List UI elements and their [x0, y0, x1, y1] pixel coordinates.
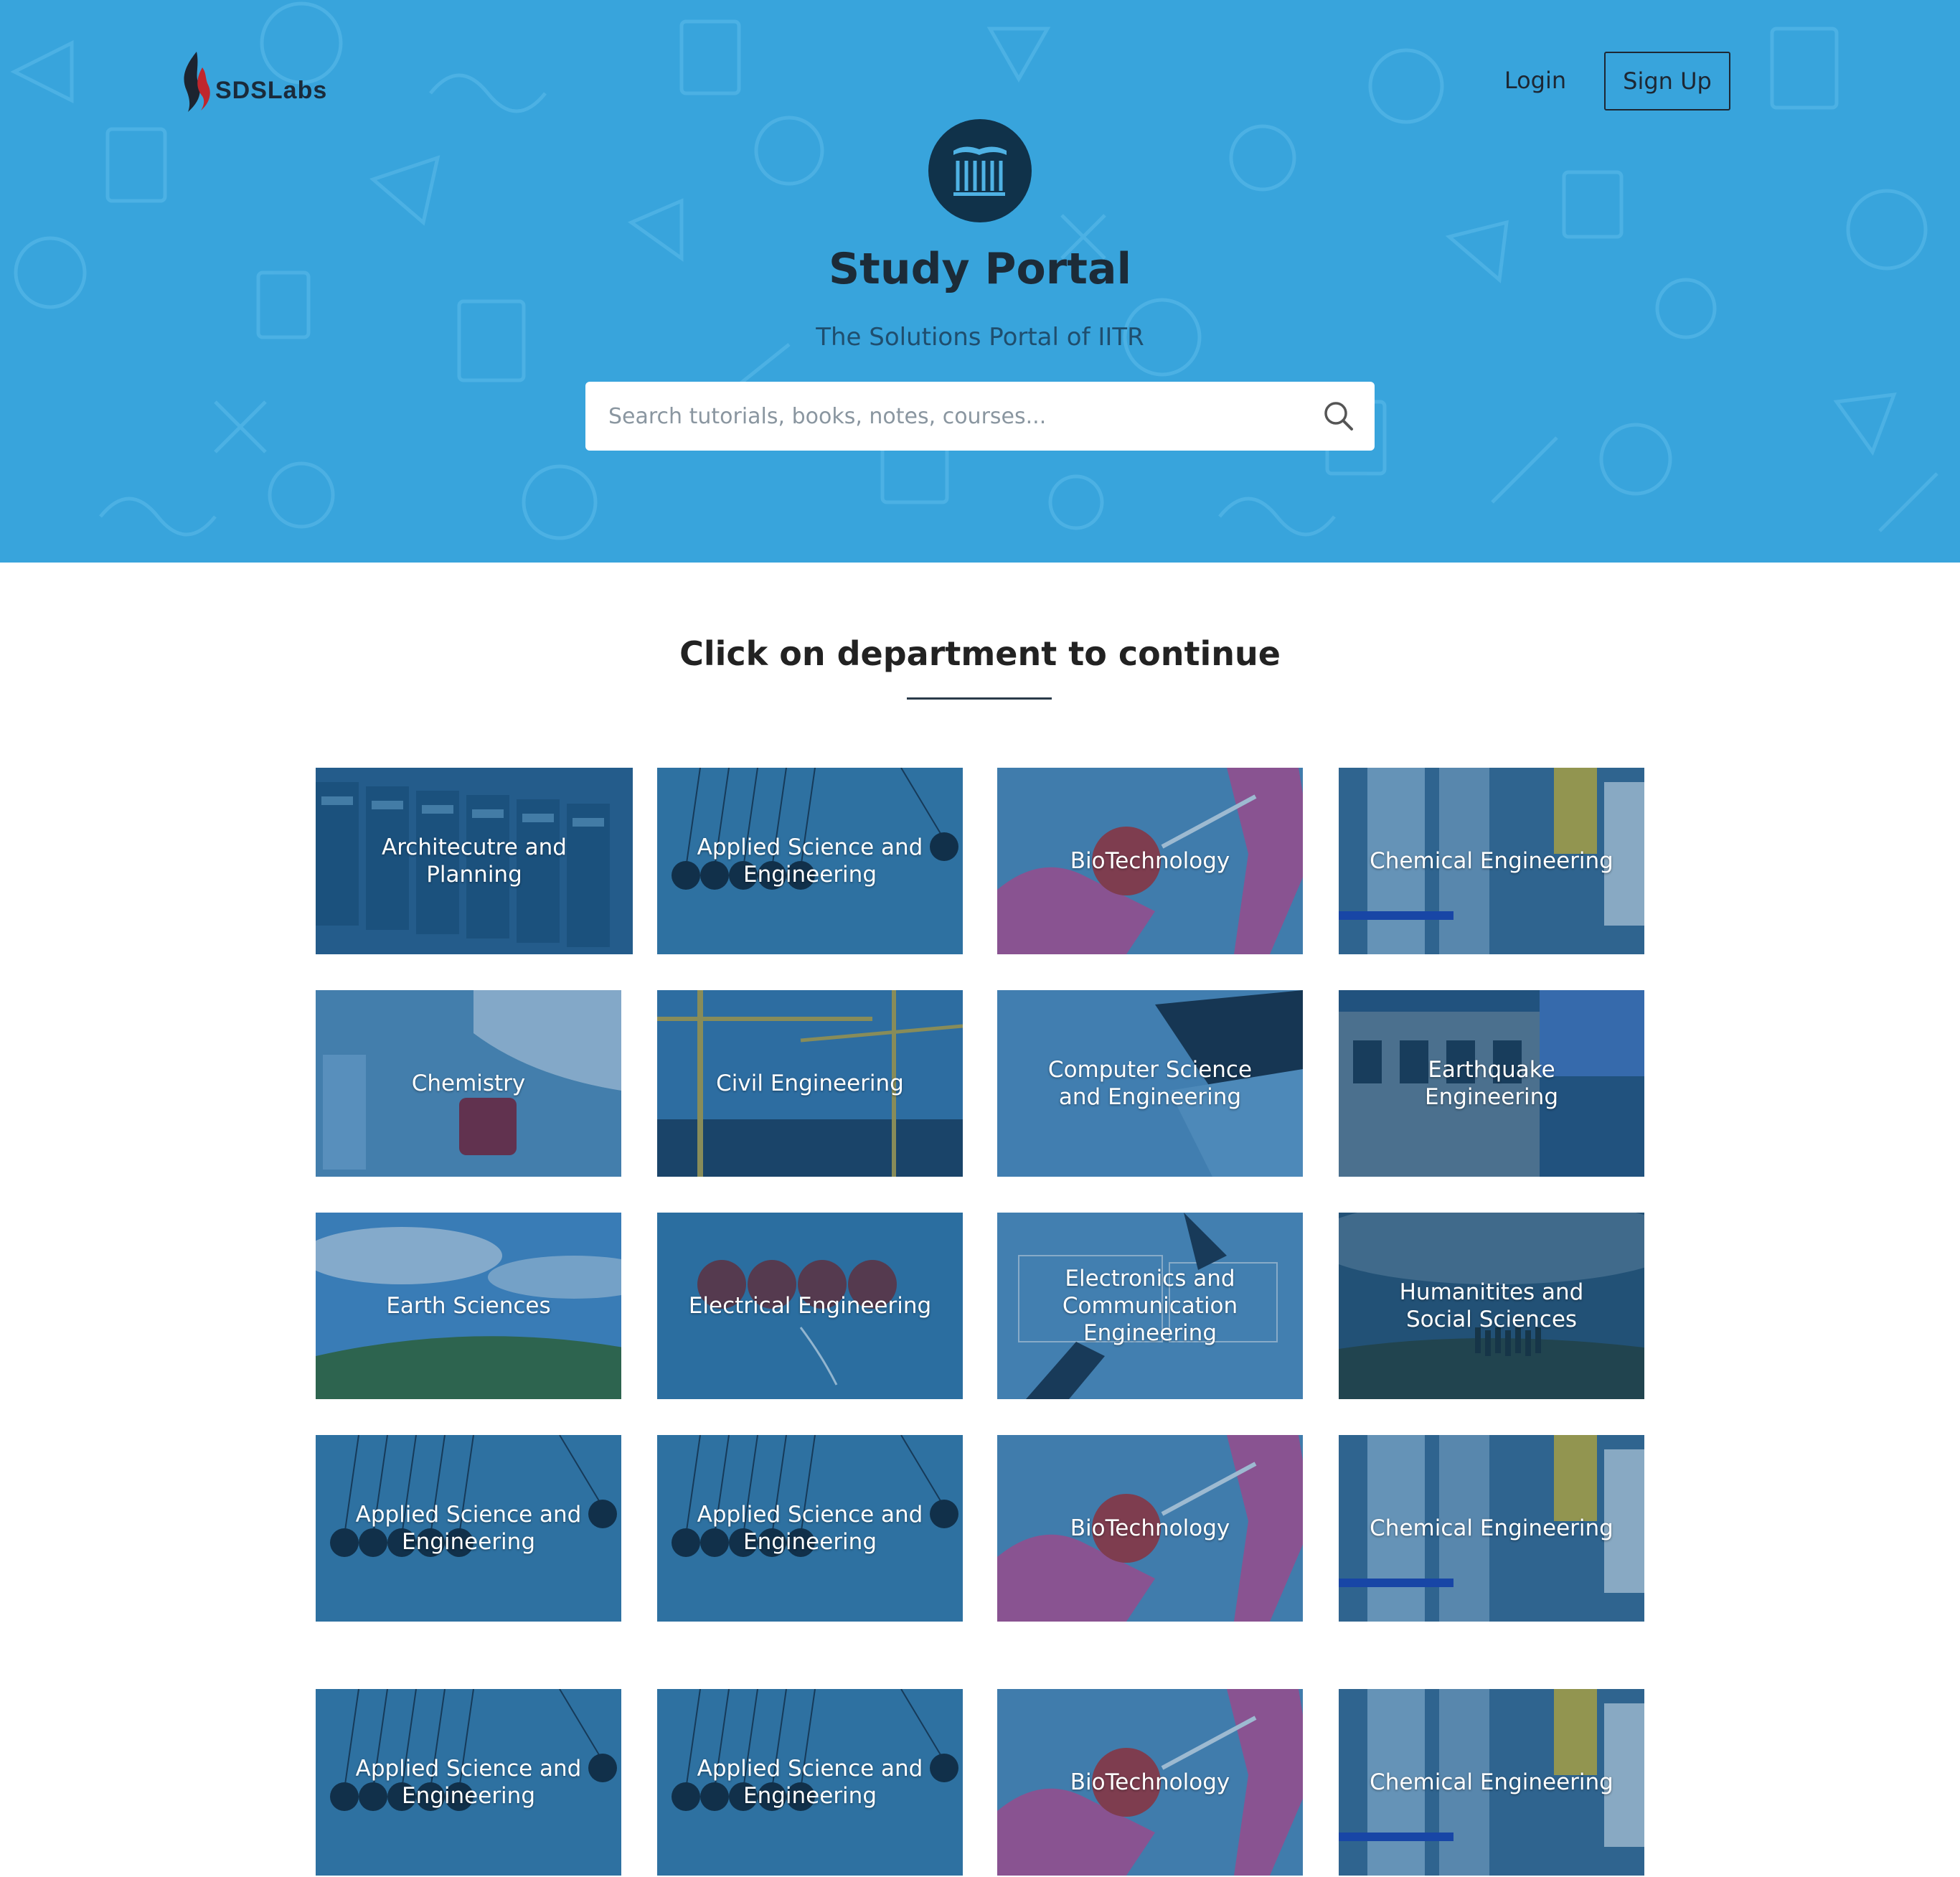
department-label: Chemical Engineering: [1370, 848, 1613, 874]
department-label: Chemical Engineering: [1370, 1769, 1613, 1795]
department-label: Applied Science and Engineering: [697, 1756, 923, 1809]
department-card[interactable]: Earth Sciences: [316, 1213, 621, 1399]
department-label: Architecutre and Planning: [382, 834, 567, 888]
department-label: Applied Science and Engineering: [355, 1756, 582, 1809]
department-card[interactable]: Chemical Engineering: [1339, 768, 1644, 954]
department-label: Applied Science and Engineering: [697, 1502, 923, 1555]
search-icon: [1324, 402, 1353, 431]
department-label: Computer Science and Engineering: [1047, 1057, 1253, 1110]
login-link[interactable]: Login: [1492, 52, 1578, 109]
signup-button[interactable]: Sign Up: [1604, 52, 1730, 110]
department-card[interactable]: Applied Science and Engineering: [657, 1435, 963, 1622]
department-label: Civil Engineering: [716, 1071, 904, 1096]
logo-text: SDSLabs: [215, 77, 328, 104]
department-label: BioTechnology: [1070, 848, 1230, 874]
department-card[interactable]: Earthquake Engineering: [1339, 990, 1644, 1177]
department-card[interactable]: Chemical Engineering: [1339, 1689, 1644, 1876]
hero-banner: SDSLabs Login Sign Up Study Portal The S…: [0, 0, 1960, 563]
flame-logo-icon: [184, 52, 210, 112]
department-card[interactable]: Electrical Engineering: [657, 1213, 963, 1399]
department-card[interactable]: Computer Science and Engineering: [997, 990, 1303, 1177]
department-card[interactable]: Electronics and Communication Engineerin…: [997, 1213, 1303, 1399]
department-label: BioTechnology: [1070, 1515, 1230, 1541]
department-label: Earth Sciences: [386, 1293, 551, 1319]
library-icon: [953, 146, 1007, 196]
department-card[interactable]: Chemistry: [316, 990, 621, 1177]
search-button[interactable]: [1303, 382, 1375, 451]
portal-badge: [928, 119, 1032, 222]
department-card[interactable]: BioTechnology: [997, 1689, 1303, 1876]
sdslabs-logo[interactable]: SDSLabs: [178, 49, 327, 113]
department-card[interactable]: Applied Science and Engineering: [657, 768, 963, 954]
department-card[interactable]: Applied Science and Engineering: [316, 1435, 621, 1622]
department-card[interactable]: BioTechnology: [997, 1435, 1303, 1622]
page-title: Study Portal: [828, 244, 1132, 294]
department-card[interactable]: BioTechnology: [997, 768, 1303, 954]
department-label: Electrical Engineering: [688, 1293, 932, 1319]
department-label: Humanitites and Social Sciences: [1399, 1279, 1584, 1332]
department-label: Applied Science and Engineering: [355, 1502, 582, 1555]
section-heading: Click on department to continue: [679, 634, 1281, 673]
search-bar: [585, 382, 1375, 451]
department-card[interactable]: Architecutre and Planning: [316, 768, 633, 954]
search-input[interactable]: [585, 382, 1303, 451]
department-card[interactable]: Civil Engineering: [657, 990, 963, 1177]
department-card[interactable]: Applied Science and Engineering: [316, 1689, 621, 1876]
department-card[interactable]: Humanitites and Social Sciences: [1339, 1213, 1644, 1399]
department-label: Earthquake Engineering: [1425, 1057, 1558, 1110]
page-subtitle: The Solutions Portal of IITR: [816, 323, 1144, 352]
department-label: Chemistry: [411, 1071, 526, 1096]
department-label: BioTechnology: [1070, 1769, 1230, 1795]
heading-underline: [907, 697, 1052, 700]
department-label: Chemical Engineering: [1370, 1515, 1613, 1541]
department-card[interactable]: Chemical Engineering: [1339, 1435, 1644, 1622]
department-label: Electronics and Communication Engineerin…: [1062, 1266, 1238, 1346]
department-card[interactable]: Applied Science and Engineering: [657, 1689, 963, 1876]
department-label: Applied Science and Engineering: [697, 834, 923, 888]
department-grid: Architecutre and Planning Applied Science…: [316, 768, 1644, 1877]
